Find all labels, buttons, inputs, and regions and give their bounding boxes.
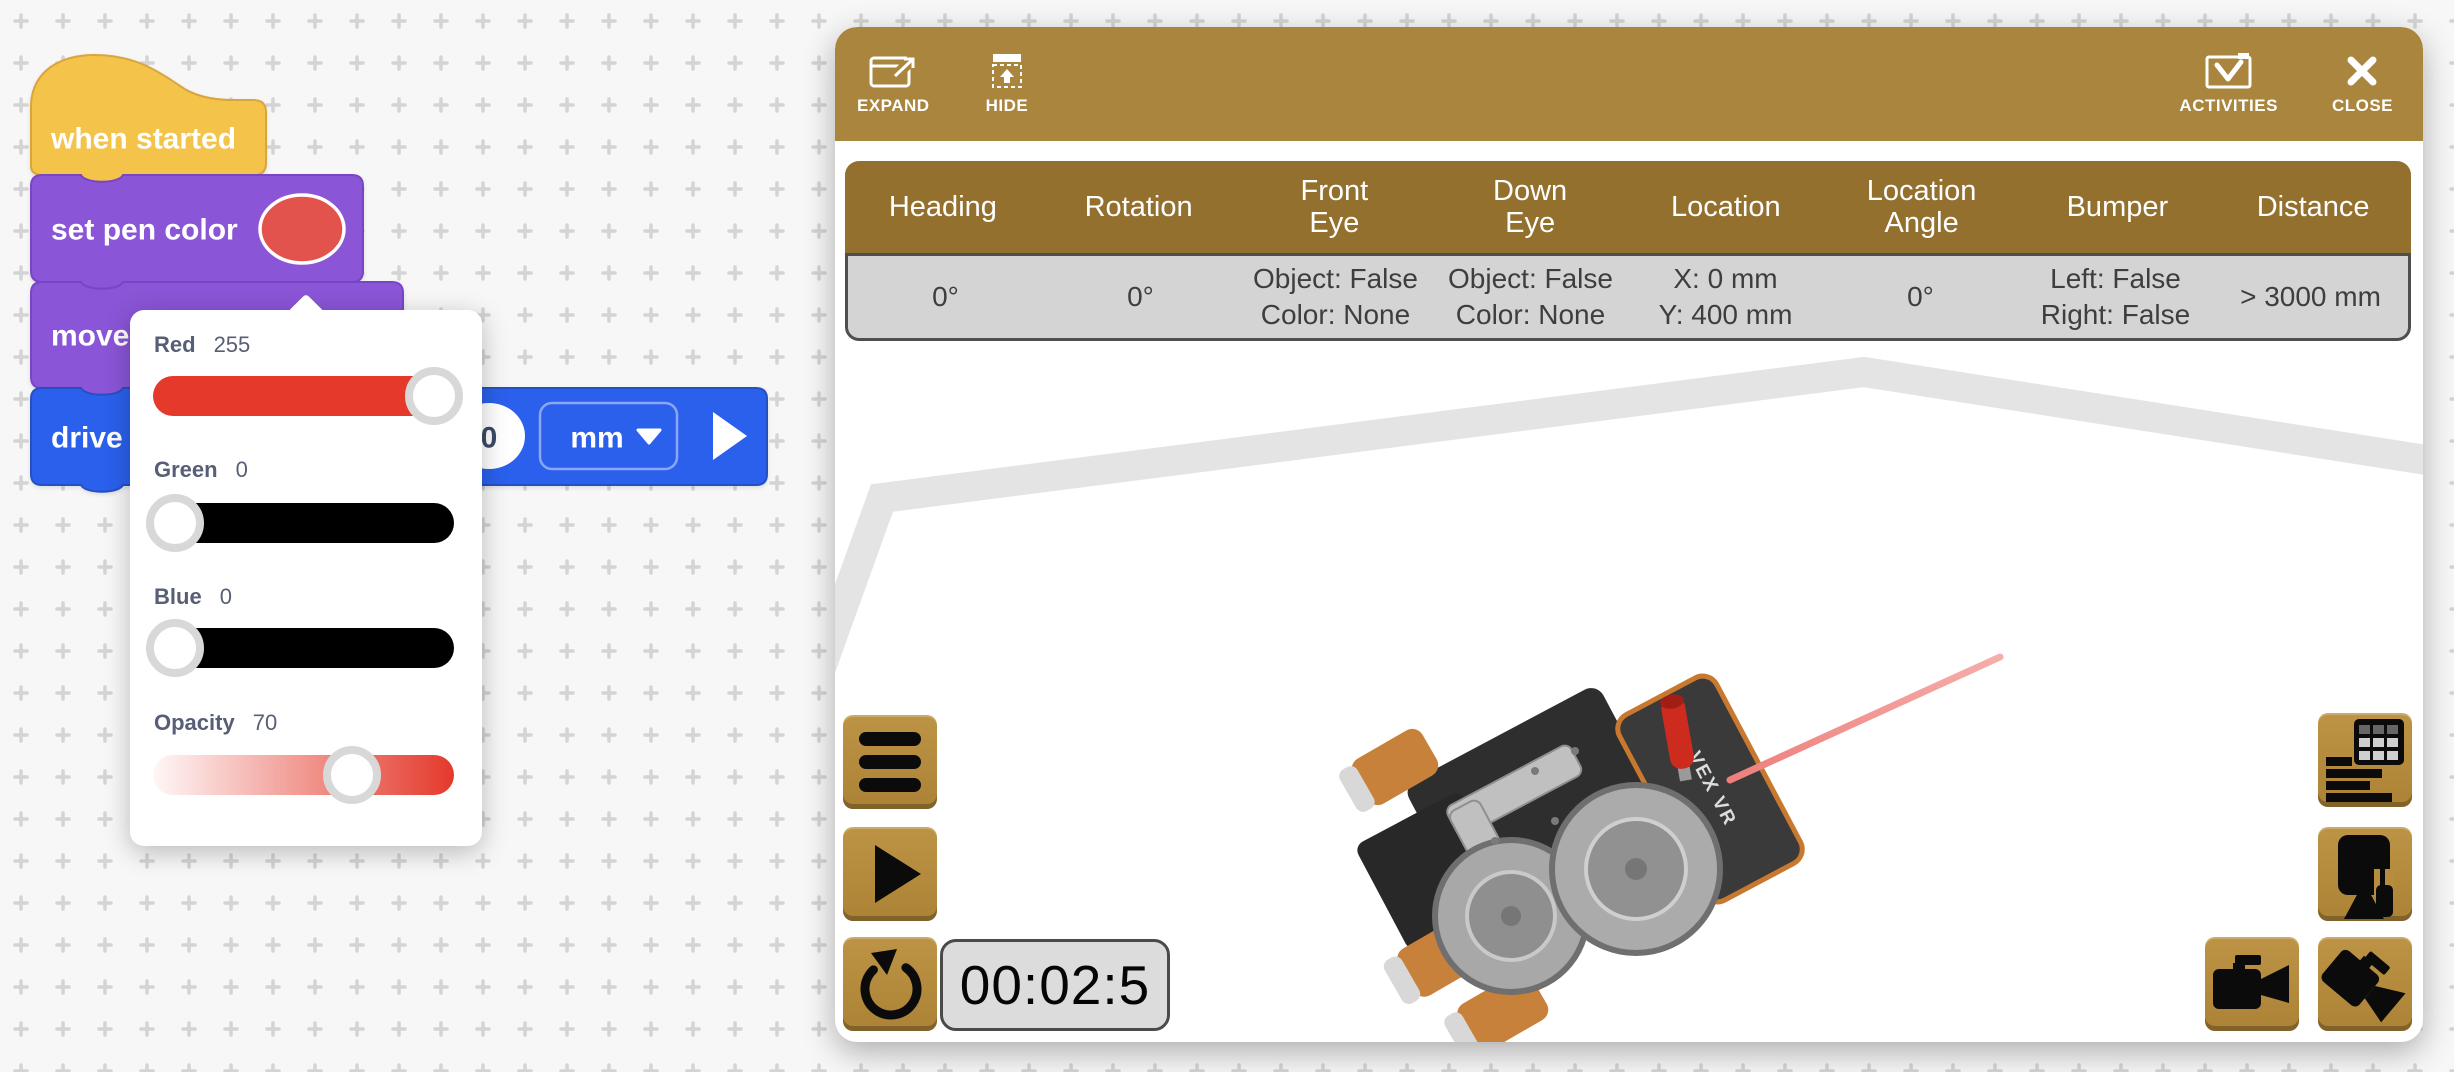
pen-tool-button[interactable] xyxy=(2318,827,2412,921)
dashboard-column-header: FrontEye xyxy=(1237,175,1433,240)
block-set-pen-color[interactable]: set pen color xyxy=(31,175,363,289)
dashboard-cell-value: 0° xyxy=(1823,279,2018,315)
blue-label: Blue xyxy=(154,584,202,610)
green-slider-thumb[interactable] xyxy=(146,494,204,552)
dashboard-icon xyxy=(2318,713,2412,807)
dashboard-column-header: DownEye xyxy=(1432,175,1628,240)
monitor-pen-icon xyxy=(2318,827,2412,921)
drive-label: drive xyxy=(51,422,123,455)
hide-button[interactable]: HIDE xyxy=(986,52,1029,116)
red-value: 255 xyxy=(214,332,251,358)
red-slider-thumb[interactable] xyxy=(405,367,463,425)
opacity-value: 70 xyxy=(253,710,277,736)
tilted-video-camera-icon xyxy=(2318,937,2412,1031)
dashboard-cell-value: X: 0 mmY: 400 mm xyxy=(1628,261,1823,333)
play-icon xyxy=(843,827,937,921)
dashboard-column-header: Heading xyxy=(845,191,1041,223)
robot-wheel-right xyxy=(1552,785,1720,953)
dashboard-header-row: HeadingRotationFrontEyeDownEyeLocationLo… xyxy=(845,161,2411,253)
hide-label: HIDE xyxy=(986,96,1029,116)
opacity-slider-track[interactable] xyxy=(153,755,454,795)
opacity-label: Opacity xyxy=(154,710,235,736)
dashboard-toggle-button[interactable] xyxy=(2318,713,2412,807)
dashboard-cell-value: Object: FalseColor: None xyxy=(1238,261,1433,333)
blue-value: 0 xyxy=(220,584,232,610)
close-icon xyxy=(2343,52,2381,90)
opacity-slider-thumb[interactable] xyxy=(323,746,381,804)
dashboard-value-row: 0°0°Object: FalseColor: NoneObject: Fals… xyxy=(845,253,2411,341)
hat-block-shape xyxy=(31,55,266,183)
drive-unit-label: mm xyxy=(570,422,623,455)
blue-slider-track[interactable] xyxy=(153,628,454,668)
activities-label: ACTIVITIES xyxy=(2179,96,2278,116)
dashboard-column-header: Distance xyxy=(2215,191,2411,223)
pen-color-swatch[interactable] xyxy=(260,195,344,263)
drive-value-text: 0 xyxy=(481,422,498,455)
dashboard-cell-value: > 3000 mm xyxy=(2213,279,2408,315)
field-viewport: VEX VR xyxy=(835,341,2423,1042)
simulator-panel: EXPAND HIDE ACTIVITIES CLOSE xyxy=(835,27,2423,1042)
green-label: Green xyxy=(154,457,218,483)
expand-button[interactable]: EXPAND xyxy=(857,52,930,116)
play-button[interactable] xyxy=(843,827,937,921)
dashboard-cell-value: 0° xyxy=(1043,279,1238,315)
hamburger-menu-icon xyxy=(843,715,937,809)
block-when-started[interactable]: when started xyxy=(31,55,266,183)
field-wall-band xyxy=(835,372,2423,673)
expand-label: EXPAND xyxy=(857,96,930,116)
opacity-slider-row: Opacity 70 xyxy=(154,710,277,736)
simulator-toolbar: EXPAND HIDE ACTIVITIES CLOSE xyxy=(835,27,2423,141)
hide-icon xyxy=(988,52,1026,90)
expand-icon xyxy=(869,52,917,90)
close-button[interactable]: CLOSE xyxy=(2332,52,2393,116)
blue-slider-thumb[interactable] xyxy=(146,619,204,677)
blue-slider-row: Blue 0 xyxy=(154,584,232,610)
video-camera-icon xyxy=(2205,937,2299,1031)
simulation-timer: 00:02:5 xyxy=(940,939,1170,1031)
camera-view-button[interactable] xyxy=(2205,937,2299,1031)
activities-button[interactable]: ACTIVITIES xyxy=(2179,52,2278,116)
camera-angle-button[interactable] xyxy=(2318,937,2412,1031)
green-value: 0 xyxy=(236,457,248,483)
move-label: move xyxy=(51,320,129,353)
reset-icon xyxy=(843,937,937,1031)
red-slider-track[interactable] xyxy=(153,376,454,416)
vr-robot: VEX VR xyxy=(1335,670,1808,1042)
green-slider-track[interactable] xyxy=(153,503,454,543)
dashboard-cell-value: Object: FalseColor: None xyxy=(1433,261,1628,333)
pen-color-picker-popup: Red 255 Green 0 Blue 0 Opacity 70 xyxy=(130,310,482,846)
activities-icon xyxy=(2205,52,2253,90)
dashboard-column-header: LocationAngle xyxy=(1824,175,2020,240)
dashboard-cell-value: Left: FalseRight: False xyxy=(2018,261,2213,333)
set-pen-color-label: set pen color xyxy=(51,214,238,247)
close-label: CLOSE xyxy=(2332,96,2393,116)
dashboard-column-header: Bumper xyxy=(2020,191,2216,223)
dashboard-cell-value: 0° xyxy=(848,279,1043,315)
green-slider-row: Green 0 xyxy=(154,457,248,483)
red-label: Red xyxy=(154,332,196,358)
dashboard-column-header: Location xyxy=(1628,191,1824,223)
dashboard-column-header: Rotation xyxy=(1041,191,1237,223)
sensor-dashboard-table: HeadingRotationFrontEyeDownEyeLocationLo… xyxy=(845,161,2411,341)
pen-laser-beam xyxy=(1730,657,2000,780)
menu-button[interactable] xyxy=(843,715,937,809)
red-slider-row: Red 255 xyxy=(154,332,250,358)
when-started-label: when started xyxy=(50,123,236,156)
reset-button[interactable] xyxy=(843,937,937,1031)
field-3d-view: VEX VR xyxy=(835,341,2423,1042)
